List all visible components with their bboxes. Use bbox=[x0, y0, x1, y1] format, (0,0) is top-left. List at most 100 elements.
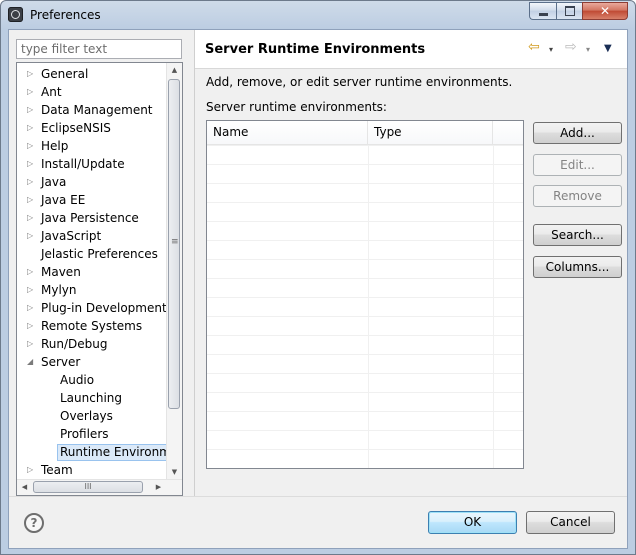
tree-item-label: Java Persistence bbox=[41, 211, 139, 225]
tree-item-label: JavaScript bbox=[41, 229, 102, 243]
search-button[interactable]: Search... bbox=[533, 224, 622, 246]
tree-item[interactable]: ▷ Install/Update bbox=[17, 155, 167, 173]
preference-navigation-pane: ▷ General ▷ Ant ▷ Data Management ▷ EclipseNSIS… bbox=[9, 30, 194, 496]
filter-input[interactable] bbox=[16, 39, 182, 59]
tree-collapsed-icon[interactable]: ▷ bbox=[27, 227, 37, 245]
title-bar[interactable]: Preferences ✕ bbox=[1, 1, 635, 29]
tree-item[interactable]: ▷ Mylyn bbox=[17, 281, 167, 299]
tree-item[interactable]: Launching bbox=[17, 389, 167, 407]
tree-collapsed-icon[interactable]: ▷ bbox=[27, 461, 37, 479]
tree-collapsed-icon[interactable]: ▷ bbox=[27, 65, 37, 83]
tree-collapsed-icon[interactable]: ▷ bbox=[27, 173, 37, 191]
tree-item-label: General bbox=[41, 67, 89, 81]
columns-button[interactable]: Columns... bbox=[533, 256, 622, 278]
tree-item[interactable]: ▷ Data Management bbox=[17, 101, 167, 119]
table-header: Name Type bbox=[207, 121, 523, 145]
tree-collapsed-icon[interactable]: ▷ bbox=[27, 155, 37, 173]
back-arrow-icon[interactable]: ⇦ bbox=[528, 39, 540, 55]
column-divider bbox=[493, 145, 494, 468]
tree-item[interactable]: ▷ Ant bbox=[17, 83, 167, 101]
column-header-type[interactable]: Type bbox=[368, 121, 493, 144]
dialog-client-area: ▷ General ▷ Ant ▷ Data Management ▷ EclipseNSIS… bbox=[8, 29, 628, 549]
tree-item[interactable]: ▷ JavaScript bbox=[17, 227, 167, 245]
tree-item[interactable]: Audio bbox=[17, 371, 167, 389]
tree-collapsed-icon[interactable]: ▷ bbox=[27, 317, 37, 335]
tree-item[interactable]: ▷ EclipseNSIS bbox=[17, 119, 167, 137]
remove-button[interactable]: Remove bbox=[533, 185, 622, 207]
tree-item[interactable]: ▷ Help bbox=[17, 137, 167, 155]
forward-arrow-icon[interactable]: ⇨ bbox=[565, 39, 577, 55]
tree-vertical-scrollbar[interactable]: ▲ ▼ bbox=[166, 63, 182, 480]
preference-page: Server Runtime Environments ⇦ ▾ ⇨ ▾ ▼ Ad… bbox=[195, 30, 627, 496]
tree-item-label: Server bbox=[41, 355, 81, 369]
tree-item-label: Help bbox=[41, 139, 69, 153]
maximize-button[interactable] bbox=[556, 2, 582, 20]
help-icon[interactable]: ? bbox=[24, 513, 44, 533]
tree-item-label: Ant bbox=[41, 85, 62, 99]
tree-collapsed-icon[interactable]: ▷ bbox=[27, 137, 37, 155]
tree-item[interactable]: ▷ Plug-in Development bbox=[17, 299, 167, 317]
tree-item-label: EclipseNSIS bbox=[41, 121, 111, 135]
tree-item[interactable]: ▷ Maven bbox=[17, 263, 167, 281]
tree-item-label: Mylyn bbox=[41, 283, 77, 297]
scroll-up-arrow-icon[interactable]: ▲ bbox=[167, 63, 182, 78]
tree-item[interactable]: ▷ Java Persistence bbox=[17, 209, 167, 227]
view-menu-icon[interactable]: ▼ bbox=[604, 43, 612, 54]
button-bar-separator bbox=[9, 496, 627, 497]
tree-item-label: Plug-in Development bbox=[41, 301, 167, 315]
tree-item[interactable]: ▷ Java EE bbox=[17, 191, 167, 209]
tree-collapsed-icon[interactable]: ▷ bbox=[27, 119, 37, 137]
cancel-button[interactable]: Cancel bbox=[526, 511, 615, 534]
ok-button[interactable]: OK bbox=[428, 511, 517, 534]
tree-item[interactable]: Overlays bbox=[17, 407, 167, 425]
vertical-scroll-thumb[interactable] bbox=[168, 79, 180, 409]
horizontal-scroll-thumb[interactable]: III bbox=[33, 481, 143, 493]
table-body[interactable] bbox=[207, 145, 523, 468]
tree-item[interactable]: Jelastic Preferences bbox=[17, 245, 167, 263]
tree-expanded-icon[interactable]: ◢ bbox=[27, 353, 37, 371]
tree-item[interactable]: ◢ Server bbox=[17, 353, 167, 371]
scroll-right-arrow-icon[interactable]: ▶ bbox=[151, 480, 166, 495]
tree-collapsed-icon[interactable]: ▷ bbox=[27, 299, 37, 317]
column-divider bbox=[368, 145, 369, 468]
tree-list: ▷ General ▷ Ant ▷ Data Management ▷ EclipseNSIS… bbox=[17, 65, 182, 479]
tree-collapsed-icon[interactable]: ▷ bbox=[27, 209, 37, 227]
tree-collapsed-icon[interactable]: ▷ bbox=[27, 191, 37, 209]
tree-collapsed-icon[interactable]: ▷ bbox=[27, 83, 37, 101]
tree-item-label: Overlays bbox=[60, 409, 113, 423]
close-icon: ✕ bbox=[599, 4, 611, 18]
tree-collapsed-icon[interactable]: ▷ bbox=[27, 335, 37, 353]
scroll-down-arrow-icon[interactable]: ▼ bbox=[167, 465, 182, 480]
add-button[interactable]: Add... bbox=[533, 122, 622, 144]
tree-item-label: Launching bbox=[60, 391, 123, 405]
preferences-window: Preferences ✕ ▷ General ▷ Ant ▷ Data Manageme… bbox=[0, 0, 636, 555]
forward-history-dropdown-icon[interactable]: ▾ bbox=[586, 45, 590, 54]
tree-item[interactable]: Runtime Environme bbox=[17, 443, 182, 461]
tree-item[interactable]: Profilers bbox=[17, 425, 167, 443]
runtime-environments-table[interactable]: Name Type bbox=[206, 120, 524, 469]
tree-item-label: Team bbox=[41, 463, 73, 477]
tree-item-label: Data Management bbox=[41, 103, 153, 117]
tree-horizontal-scrollbar[interactable]: ◀ III ▶ bbox=[17, 479, 182, 495]
back-history-dropdown-icon[interactable]: ▾ bbox=[549, 45, 553, 54]
tree-collapsed-icon[interactable]: ▷ bbox=[27, 101, 37, 119]
column-header-name[interactable]: Name bbox=[207, 121, 368, 144]
tree-item[interactable]: ▷ Java bbox=[17, 173, 167, 191]
tree-item-label: Maven bbox=[41, 265, 81, 279]
tree-collapsed-icon[interactable]: ▷ bbox=[27, 281, 37, 299]
tree-item[interactable]: ▷ Remote Systems bbox=[17, 317, 167, 335]
tree-item[interactable]: ▷ General bbox=[17, 65, 167, 83]
scroll-left-arrow-icon[interactable]: ◀ bbox=[17, 480, 32, 495]
page-description: Add, remove, or edit server runtime envi… bbox=[206, 75, 513, 89]
tree-item[interactable]: ▷ Team bbox=[17, 461, 167, 479]
minimize-button[interactable] bbox=[529, 2, 556, 20]
page-header: Server Runtime Environments ⇦ ▾ ⇨ ▾ ▼ bbox=[195, 30, 627, 69]
window-title: Preferences bbox=[30, 8, 101, 22]
maximize-icon bbox=[564, 6, 575, 16]
tree-item-label: Audio bbox=[60, 373, 95, 387]
tree-item-label: Java bbox=[41, 175, 67, 189]
close-button[interactable]: ✕ bbox=[582, 2, 628, 20]
tree-collapsed-icon[interactable]: ▷ bbox=[27, 263, 37, 281]
tree-item[interactable]: ▷ Run/Debug bbox=[17, 335, 167, 353]
edit-button[interactable]: Edit... bbox=[533, 154, 622, 176]
